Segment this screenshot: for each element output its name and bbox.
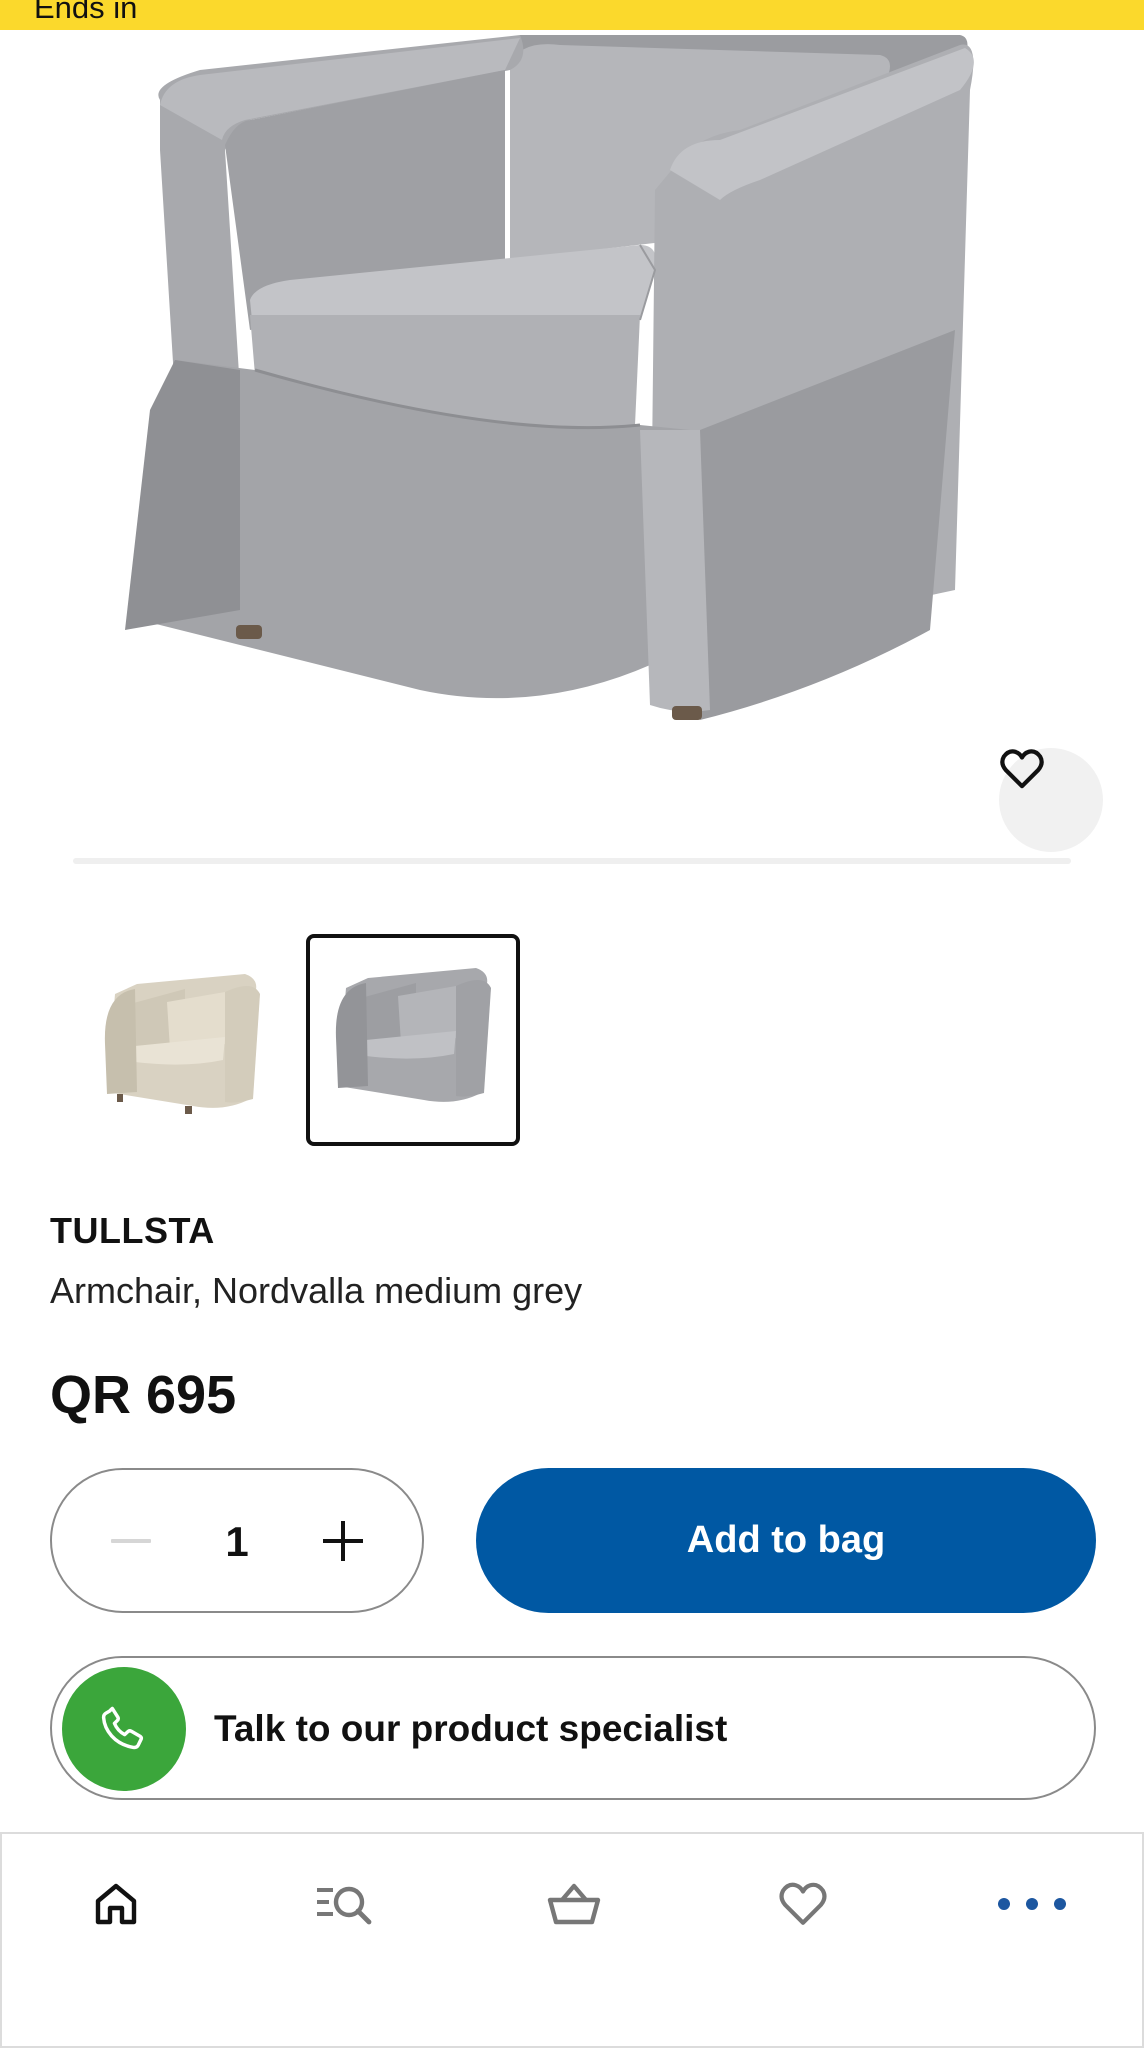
quantity-stepper: 1 xyxy=(50,1468,424,1613)
product-specialist-button[interactable]: Talk to our product specialist xyxy=(50,1656,1096,1800)
nav-basket[interactable] xyxy=(524,1864,624,1944)
nav-home[interactable] xyxy=(66,1864,166,1944)
armchair-grey-thumbnail xyxy=(335,968,491,1102)
phone-icon xyxy=(101,1706,144,1750)
minus-icon xyxy=(111,1539,151,1543)
product-description: Armchair, Nordvalla medium grey xyxy=(50,1270,583,1311)
bottom-navigation xyxy=(0,1832,1144,2048)
specialist-label: Talk to our product specialist xyxy=(214,1708,728,1749)
armchair-beige-thumbnail xyxy=(104,974,260,1114)
plus-icon xyxy=(323,1521,363,1561)
search-list-icon xyxy=(317,1886,372,1925)
decrease-quantity-button[interactable] xyxy=(100,1510,162,1572)
phone-icon-circle xyxy=(62,1667,186,1791)
nav-more[interactable] xyxy=(982,1864,1082,1944)
promo-banner: Ends in xyxy=(0,0,1144,30)
more-dots-icon xyxy=(998,1898,1066,1910)
heart-icon xyxy=(779,1882,827,1925)
shopping-basket-icon xyxy=(547,1883,601,1925)
promo-banner-text: Ends in xyxy=(34,0,138,25)
nav-favorites[interactable] xyxy=(753,1864,853,1944)
product-image[interactable] xyxy=(0,30,1144,860)
gallery-progress-bar xyxy=(73,858,1071,864)
favorite-button[interactable] xyxy=(999,748,1103,852)
armchair-grey-image xyxy=(125,35,974,720)
product-price: QR 695 xyxy=(50,1365,237,1425)
thumbnail-grey[interactable] xyxy=(306,934,520,1146)
heart-icon xyxy=(1000,749,1044,789)
product-brand-name[interactable]: TULLSTA xyxy=(50,1210,215,1252)
quantity-value: 1 xyxy=(225,1518,249,1565)
increase-quantity-button[interactable] xyxy=(312,1510,374,1572)
add-to-bag-button[interactable]: Add to bag xyxy=(476,1468,1096,1613)
home-icon xyxy=(95,1883,137,1925)
nav-search[interactable] xyxy=(295,1864,395,1944)
thumbnail-beige[interactable] xyxy=(75,934,289,1146)
